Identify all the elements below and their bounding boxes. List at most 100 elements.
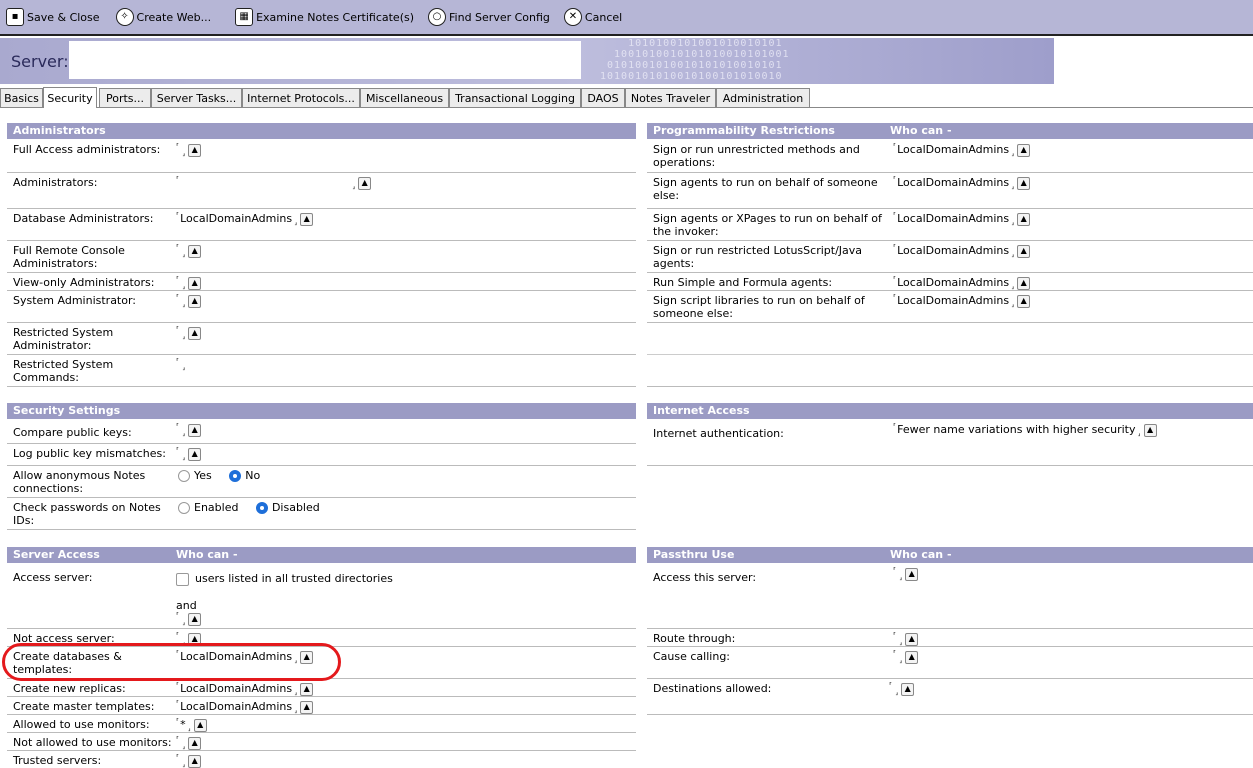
unrestricted-methods-field[interactable]: ⸢LocalDomainAdmins ⸥ ▲ <box>893 143 1031 157</box>
server-label: Server: <box>11 52 69 71</box>
chevron-up-icon[interactable]: ▲ <box>188 294 202 308</box>
tab-server-tasks[interactable]: Server Tasks... <box>151 88 242 107</box>
chevron-up-icon[interactable]: ▲ <box>1143 423 1157 437</box>
sign-agents-behalf-field[interactable]: ⸢LocalDomainAdmins ⸥ ▲ <box>893 176 1031 190</box>
log-public-key-mismatches-field[interactable]: ⸢⸥ ▲ <box>176 447 202 461</box>
chevron-up-icon[interactable]: ▲ <box>188 143 202 157</box>
restricted-lotusscript-field[interactable]: ⸢LocalDomainAdmins ⸥ ▲ <box>893 244 1031 258</box>
chevron-up-icon[interactable]: ▲ <box>188 423 202 437</box>
trusted-servers-field[interactable]: ⸢⸥ ▲ <box>176 754 202 768</box>
view-only-administrators-field[interactable]: ⸢⸥ ▲ <box>176 276 202 290</box>
chevron-up-icon[interactable]: ▲ <box>358 176 372 190</box>
compare-public-keys-field[interactable]: ⸢⸥ ▲ <box>176 423 202 437</box>
restricted-system-administrator-field[interactable]: ⸢⸥ ▲ <box>176 326 202 340</box>
row-restricted-system-administrator: Restricted System Administrator: ⸢⸥ ▲ <box>7 323 636 355</box>
tab-transactional-logging[interactable]: Transactional Logging <box>449 88 581 107</box>
row-internet-authentication: Internet authentication: ⸢Fewer name var… <box>647 420 1253 466</box>
database-administrators-field[interactable]: ⸢LocalDomainAdmins ⸥ ▲ <box>176 212 314 226</box>
radio-enabled[interactable]: Enabled <box>178 501 238 514</box>
cause-calling-field[interactable]: ⸢⸥ ▲ <box>893 650 919 664</box>
chevron-up-icon[interactable]: ▲ <box>188 276 202 290</box>
row-trusted-servers: Trusted servers: ⸢⸥ ▲ <box>7 751 636 768</box>
chevron-up-icon[interactable]: ▲ <box>1017 276 1031 290</box>
tab-ports[interactable]: Ports... <box>99 88 151 107</box>
cancel-button[interactable]: ✕ Cancel <box>563 8 622 26</box>
create-new-replicas-field[interactable]: ⸢LocalDomainAdmins ⸥ ▲ <box>176 682 314 696</box>
chevron-up-icon[interactable]: ▲ <box>1017 176 1031 190</box>
row-create-master-templates: Create master templates: ⸢LocalDomainAdm… <box>7 697 636 715</box>
chevron-up-icon[interactable]: ▲ <box>300 212 314 226</box>
destinations-allowed-field[interactable]: ⸢⸥ ▲ <box>889 682 915 696</box>
system-administrator-field[interactable]: ⸢⸥ ▲ <box>176 294 202 308</box>
chevron-up-icon[interactable]: ▲ <box>188 736 202 750</box>
examine-certificate-button[interactable]: ▦ Examine Notes Certificate(s) <box>235 8 414 26</box>
save-close-button[interactable]: ▪ Save & Close <box>6 8 100 26</box>
tab-notes-traveler[interactable]: Notes Traveler <box>625 88 716 107</box>
radio-icon <box>178 502 190 514</box>
chevron-up-icon[interactable]: ▲ <box>300 682 314 696</box>
chevron-up-icon[interactable]: ▲ <box>188 447 202 461</box>
simple-formula-agents-field[interactable]: ⸢LocalDomainAdmins ⸥ ▲ <box>893 276 1031 290</box>
row-empty <box>647 355 1253 387</box>
row-database-administrators: Database Administrators: ⸢LocalDomainAdm… <box>7 209 636 241</box>
access-server-field[interactable]: ⸢⸥ ▲ <box>176 612 202 626</box>
chevron-up-icon[interactable]: ▲ <box>188 326 202 340</box>
route-through-field[interactable]: ⸢⸥ ▲ <box>893 632 919 646</box>
chevron-up-icon[interactable]: ▲ <box>300 700 314 714</box>
tab-basics[interactable]: Basics <box>0 88 43 107</box>
certificate-icon: ▦ <box>235 8 254 26</box>
action-toolbar: ▪ Save & Close ✧ Create Web... ▦ Examine… <box>0 0 1253 36</box>
create-master-templates-field[interactable]: ⸢LocalDomainAdmins ⸥ ▲ <box>176 700 314 714</box>
chevron-up-icon[interactable]: ▲ <box>905 632 919 646</box>
row-system-administrator: System Administrator: ⸢⸥ ▲ <box>7 291 636 323</box>
find-server-config-button[interactable]: ○ Find Server Config <box>428 8 550 26</box>
row-administrators: Administrators: ⸢⸥ ▲ <box>7 173 636 209</box>
server-banner: 1010100101001010010101 10010100101010100… <box>0 38 1054 84</box>
chevron-up-icon[interactable]: ▲ <box>188 612 202 626</box>
chevron-up-icon[interactable]: ▲ <box>193 718 207 732</box>
tab-daos[interactable]: DAOS <box>581 88 625 107</box>
not-allowed-monitors-field[interactable]: ⸢⸥ ▲ <box>176 736 202 750</box>
chevron-up-icon[interactable]: ▲ <box>905 650 919 664</box>
sign-script-libraries-field[interactable]: ⸢LocalDomainAdmins ⸥ ▲ <box>893 294 1031 308</box>
internet-access-header: Internet Access <box>647 403 1253 419</box>
row-restricted-lotusscript: Sign or run restricted LotusScript/Java … <box>647 241 1253 273</box>
search-icon: ○ <box>428 8 447 26</box>
tab-administration[interactable]: Administration <box>716 88 810 107</box>
create-web-button[interactable]: ✧ Create Web... <box>115 8 211 26</box>
row-view-only-administrators: View-only Administrators: ⸢⸥ ▲ <box>7 273 636 291</box>
restricted-system-commands-field[interactable]: ⸢⸥ <box>176 358 186 371</box>
chevron-up-icon[interactable]: ▲ <box>1017 244 1031 258</box>
server-access-header: Server Access Who can - <box>7 547 636 563</box>
tab-internet-protocols[interactable]: Internet Protocols... <box>242 88 360 107</box>
tab-security[interactable]: Security <box>43 87 97 108</box>
chevron-up-icon[interactable]: ▲ <box>905 567 919 581</box>
row-destinations-allowed: Destinations allowed: ⸢⸥ ▲ <box>647 679 1253 715</box>
row-allow-anonymous: Allow anonymous Notes connections: Yes N… <box>7 466 636 498</box>
radio-yes[interactable]: Yes <box>178 469 212 482</box>
chevron-up-icon[interactable]: ▲ <box>1017 212 1031 226</box>
chevron-up-icon[interactable]: ▲ <box>901 682 915 696</box>
administrators-field[interactable]: ⸢⸥ ▲ <box>176 176 372 190</box>
radio-no[interactable]: No <box>229 469 260 482</box>
create-web-icon: ✧ <box>115 8 134 26</box>
sign-agents-xpages-field[interactable]: ⸢LocalDomainAdmins ⸥ ▲ <box>893 212 1031 226</box>
security-settings-header: Security Settings <box>7 403 636 419</box>
radio-disabled[interactable]: Disabled <box>255 501 320 514</box>
allowed-monitors-field[interactable]: ⸢* ⸥ ▲ <box>176 718 207 732</box>
full-access-administrators-field[interactable]: ⸢⸥ ▲ <box>176 143 202 157</box>
chevron-up-icon[interactable]: ▲ <box>188 244 202 258</box>
row-full-remote-console-administrators: Full Remote Console Administrators: ⸢⸥ ▲ <box>7 241 636 273</box>
access-this-server-field[interactable]: ⸢⸥ ▲ <box>893 567 919 581</box>
chevron-up-icon[interactable]: ▲ <box>1017 143 1031 157</box>
row-check-passwords: Check passwords on Notes IDs: Enabled Di… <box>7 498 636 530</box>
trusted-directories-checkbox[interactable]: users listed in all trusted directories <box>176 572 393 586</box>
internet-authentication-field[interactable]: ⸢Fewer name variations with higher secur… <box>893 423 1157 437</box>
server-name-field[interactable] <box>69 41 581 79</box>
radio-selected-icon <box>255 502 268 514</box>
row-log-public-key-mismatches: Log public key mismatches: ⸢⸥ ▲ <box>7 444 636 466</box>
full-remote-console-administrators-field[interactable]: ⸢⸥ ▲ <box>176 244 202 258</box>
tab-miscellaneous[interactable]: Miscellaneous <box>360 88 449 107</box>
row-restricted-system-commands: Restricted System Commands: ⸢⸥ <box>7 355 636 387</box>
chevron-up-icon[interactable]: ▲ <box>1017 294 1031 308</box>
